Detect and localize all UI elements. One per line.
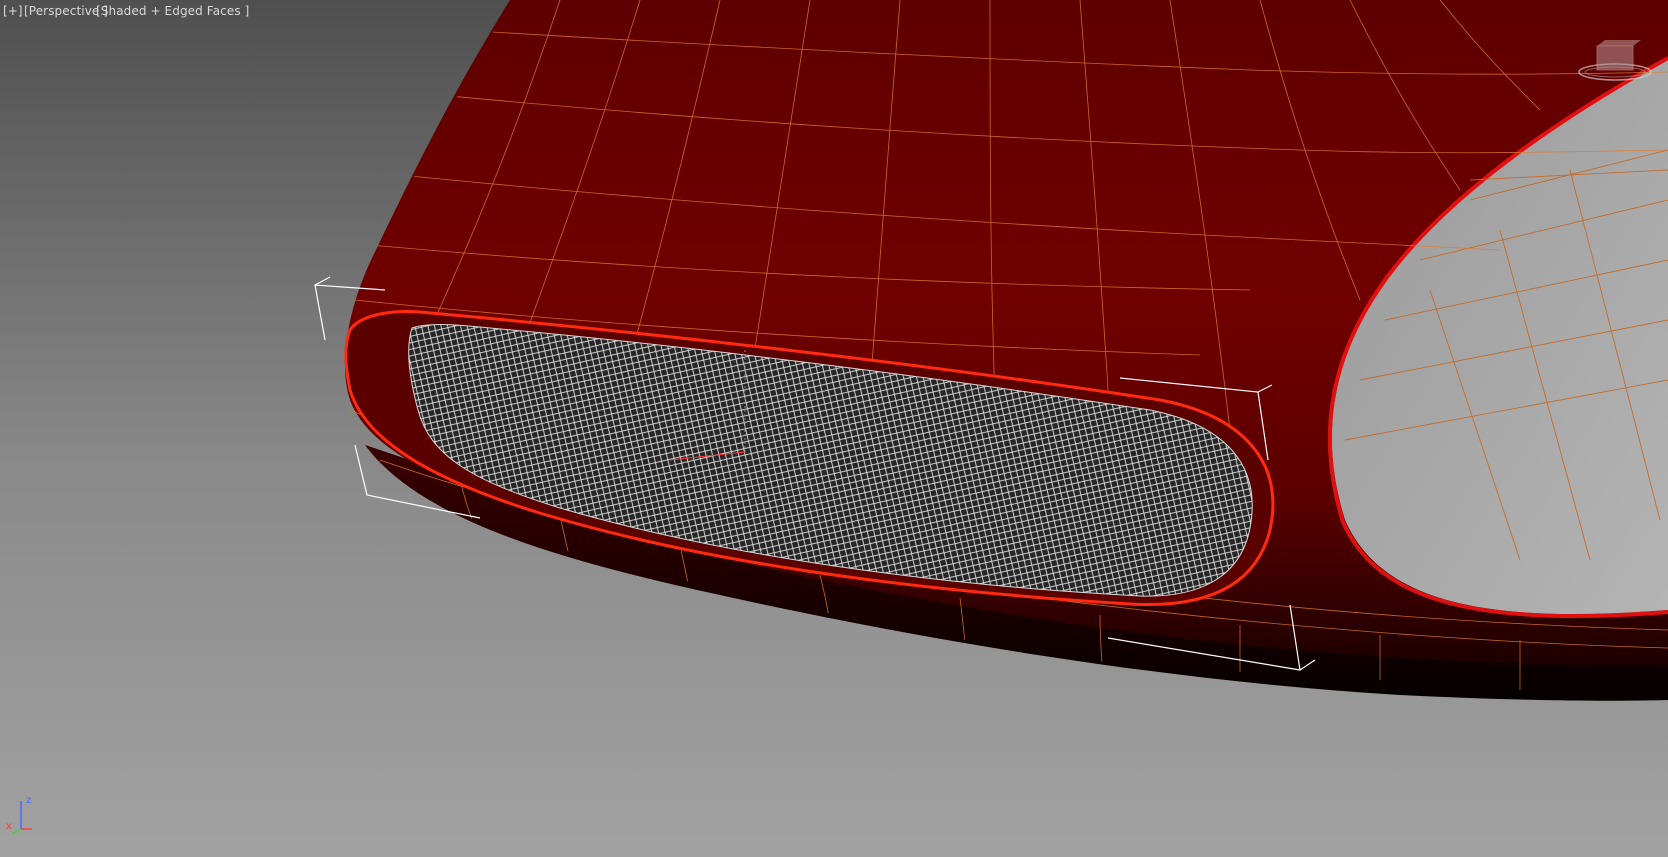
scene-render[interactable] xyxy=(0,0,1668,857)
viewcube-icon[interactable] xyxy=(1570,36,1660,86)
axis-z-label: z xyxy=(26,795,31,806)
viewport-menu-button[interactable]: [+] xyxy=(3,4,23,18)
viewport-shading-label[interactable]: [Shaded + Edged Faces ] xyxy=(96,4,249,18)
perspective-viewport[interactable]: [+] [Perspective ] [Shaded + Edged Faces… xyxy=(0,0,1668,857)
axis-tripod-icon: z x xyxy=(6,795,32,835)
axis-x-label: x xyxy=(6,821,12,832)
